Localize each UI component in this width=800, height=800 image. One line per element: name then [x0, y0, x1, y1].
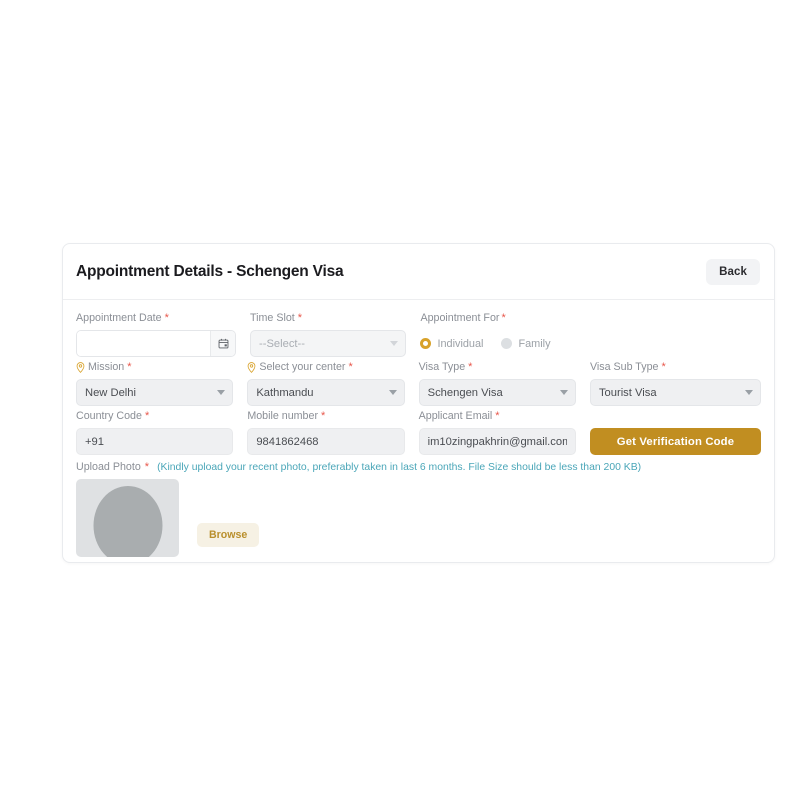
location-pin-icon: [76, 361, 85, 373]
center-select[interactable]: Kathmandu: [247, 379, 405, 406]
visa-sub-type-select[interactable]: Tourist Visa: [589, 379, 762, 406]
mission-label: Mission *: [76, 360, 233, 374]
card-header: Appointment Details - Schengen Visa Back: [63, 244, 774, 300]
upload-photo-hint: (Kindly upload your recent photo, prefer…: [157, 462, 642, 473]
radio-selected-icon: [420, 338, 432, 349]
required-marker: *: [127, 360, 132, 373]
required-marker: *: [501, 311, 506, 324]
appointment-details-card: Appointment Details - Schengen Visa Back…: [62, 243, 775, 563]
field-time-slot: Time Slot * --Select--: [250, 311, 420, 357]
upload-photo-section: Upload Photo * (Kindly upload your recen…: [76, 461, 761, 557]
label-text: Applicant Email: [418, 410, 493, 422]
field-mission: Mission * New Delhi: [76, 360, 247, 406]
calendar-icon[interactable]: [210, 331, 235, 356]
mobile-number-label: Mobile number *: [247, 409, 404, 423]
field-center: Select your center * Kathmandu: [247, 360, 418, 406]
verification-spacer: [590, 409, 761, 423]
label-text: Visa Sub Type: [589, 361, 659, 373]
required-marker: *: [495, 409, 500, 422]
required-marker: *: [144, 461, 150, 473]
radio-individual-label: Individual: [437, 337, 484, 350]
field-appointment-date: Appointment Date *: [76, 311, 250, 357]
time-slot-select-wrap[interactable]: --Select--: [250, 330, 407, 357]
mission-select-wrap[interactable]: New Delhi: [76, 379, 234, 406]
label-text: Appointment Date: [76, 312, 162, 324]
appointment-for-label: Appointment For *: [420, 311, 747, 325]
applicant-email-input[interactable]: [418, 428, 576, 455]
required-marker: *: [468, 360, 473, 373]
mobile-number-input[interactable]: [247, 428, 405, 455]
radio-family-label: Family: [518, 337, 551, 350]
label-text: Mobile number: [247, 410, 319, 422]
field-mobile-number: Mobile number *: [247, 409, 418, 455]
upload-photo-area: Browse: [76, 479, 761, 557]
applicant-email-label: Applicant Email *: [419, 409, 576, 423]
label-text: Upload Photo: [76, 461, 141, 473]
center-label: Select your center *: [247, 360, 404, 374]
appointment-for-radio-group: Individual Family: [420, 330, 747, 357]
photo-preview: [76, 479, 179, 557]
field-country-code: Country Code *: [76, 409, 247, 455]
time-slot-select[interactable]: --Select--: [250, 330, 407, 357]
appointment-date-input-group[interactable]: [76, 330, 236, 357]
browse-button[interactable]: Browse: [197, 523, 260, 547]
time-slot-label: Time Slot *: [250, 311, 406, 325]
required-marker: *: [144, 409, 150, 422]
field-visa-sub-type: Visa Sub Type * Tourist Visa: [589, 360, 762, 406]
radio-individual[interactable]: Individual: [420, 338, 483, 350]
page-root: Appointment Details - Schengen Visa Back…: [0, 0, 800, 800]
visa-type-select[interactable]: Schengen Visa: [418, 379, 576, 406]
label-text: Country Code: [76, 410, 142, 422]
required-marker: *: [661, 360, 666, 373]
label-text: Appointment For: [420, 312, 500, 324]
location-pin-icon: [247, 361, 256, 373]
card-body: Appointment Date * Time Slot * --Select-…: [63, 300, 774, 557]
visa-type-label: Visa Type *: [419, 360, 576, 374]
get-verification-code-button[interactable]: Get Verification Code: [589, 428, 762, 455]
country-code-label: Country Code *: [76, 409, 233, 423]
label-text: Mission: [88, 361, 125, 373]
appointment-date-label: Appointment Date *: [76, 311, 236, 325]
page-title: Appointment Details - Schengen Visa: [76, 262, 344, 280]
label-text: Visa Type: [418, 361, 466, 373]
center-select-wrap[interactable]: Kathmandu: [247, 379, 405, 406]
form-row-3: Country Code * Mobile number * Applicant…: [76, 409, 762, 455]
field-appointment-for: Appointment For * Individual Family: [420, 311, 761, 357]
label-text: Select your center: [259, 361, 346, 373]
radio-family[interactable]: Family: [501, 337, 551, 350]
field-applicant-email: Applicant Email *: [418, 409, 590, 455]
field-visa-type: Visa Type * Schengen Visa: [418, 360, 590, 406]
required-marker: *: [348, 360, 353, 373]
visa-sub-type-select-wrap[interactable]: Tourist Visa: [589, 379, 762, 406]
verification-code-col: Get Verification Code: [589, 409, 762, 455]
required-marker: *: [297, 311, 303, 324]
required-marker: *: [164, 311, 169, 324]
appointment-date-input[interactable]: [77, 331, 210, 356]
upload-photo-label: Upload Photo * (Kindly upload your recen…: [76, 461, 761, 473]
required-marker: *: [321, 409, 326, 422]
radio-unselected-icon: [501, 338, 513, 349]
visa-type-select-wrap[interactable]: Schengen Visa: [418, 379, 576, 406]
country-code-input[interactable]: [76, 428, 234, 455]
form-row-2: Mission * New Delhi Select your center *…: [76, 360, 762, 406]
mission-select[interactable]: New Delhi: [76, 379, 234, 406]
label-text: Time Slot: [250, 312, 295, 324]
visa-sub-type-label: Visa Sub Type *: [590, 360, 761, 374]
avatar-placeholder-icon: [93, 486, 162, 557]
form-row-1: Appointment Date * Time Slot * --Select-…: [76, 311, 761, 357]
back-button[interactable]: Back: [706, 258, 760, 285]
